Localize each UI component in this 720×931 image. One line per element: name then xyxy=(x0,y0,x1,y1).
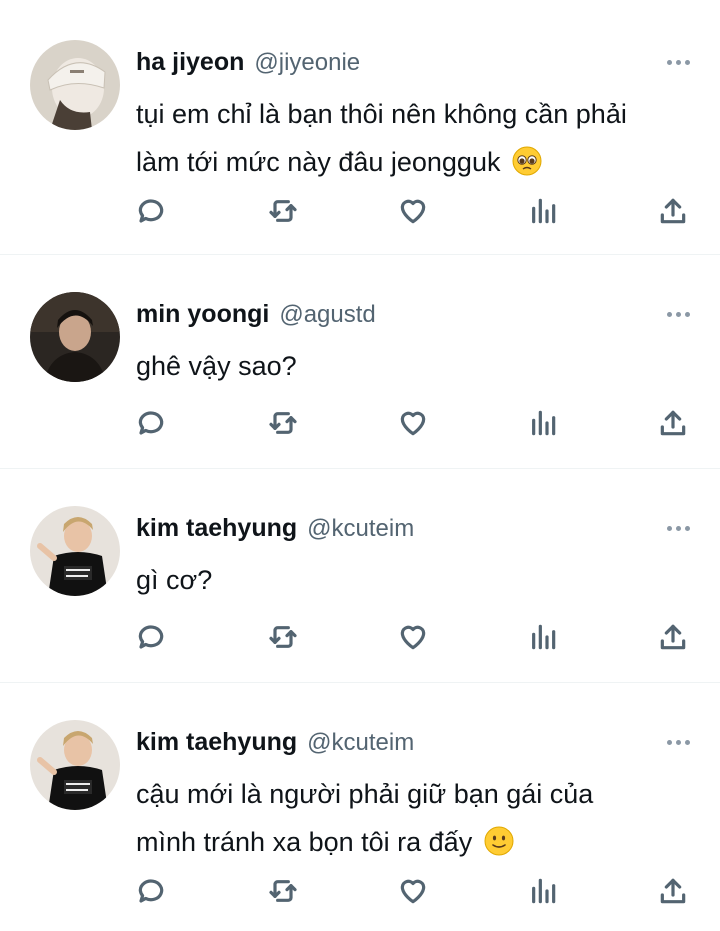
user-handle[interactable]: @agustd xyxy=(279,301,375,329)
tweet-header: min yoongi @agustd xyxy=(136,300,376,334)
tweet-text: cậu mới là người phải giữ bạn gái của mì… xyxy=(136,770,706,866)
analytics-icon[interactable] xyxy=(526,620,560,654)
divider xyxy=(0,468,720,469)
reply-icon[interactable] xyxy=(134,194,168,228)
tweet-text-line: ghê vậy sao? xyxy=(136,351,297,381)
tweet-text-line: tụi em chỉ là bạn thôi nên không cần phả… xyxy=(136,99,627,129)
tweet-actions xyxy=(0,874,720,914)
tweet-feed: ha jiyeon @jiyeonie tụi em chỉ là bạn th… xyxy=(0,0,720,931)
more-options-icon[interactable] xyxy=(667,526,690,531)
user-handle[interactable]: @jiyeonie xyxy=(254,49,360,77)
tweet-text-line: gì cơ? xyxy=(136,565,213,595)
like-icon[interactable] xyxy=(396,406,430,440)
pleading-face-emoji xyxy=(512,146,542,176)
retweet-icon[interactable] xyxy=(266,620,300,654)
tweet-text-line: cậu mới là người phải giữ bạn gái của xyxy=(136,779,594,809)
user-handle[interactable]: @kcuteim xyxy=(307,729,414,757)
avatar[interactable] xyxy=(30,720,120,810)
avatar-image-ha-jiyeon xyxy=(30,40,120,130)
more-options-icon[interactable] xyxy=(667,740,690,745)
tweet-text: ghê vậy sao? xyxy=(136,342,706,390)
like-icon[interactable] xyxy=(396,194,430,228)
tweet-actions xyxy=(0,194,720,234)
divider xyxy=(0,254,720,255)
tweet-header: kim taehyung @kcuteim xyxy=(136,728,414,762)
display-name[interactable]: min yoongi xyxy=(136,300,269,329)
display-name[interactable]: kim taehyung xyxy=(136,514,297,543)
avatar-image-kim-taehyung xyxy=(30,506,120,596)
tweet-text-line: mình tránh xa bọn tôi ra đấy xyxy=(136,827,473,857)
avatar[interactable] xyxy=(30,506,120,596)
like-icon[interactable] xyxy=(396,874,430,908)
retweet-icon[interactable] xyxy=(266,194,300,228)
user-handle[interactable]: @kcuteim xyxy=(307,515,414,543)
display-name[interactable]: ha jiyeon xyxy=(136,48,244,77)
tweet-text: tụi em chỉ là bạn thôi nên không cần phả… xyxy=(136,90,706,186)
divider xyxy=(0,682,720,683)
tweet-actions xyxy=(0,406,720,446)
tweet-actions xyxy=(0,620,720,660)
like-icon[interactable] xyxy=(396,620,430,654)
avatar-image-min-yoongi xyxy=(30,292,120,382)
slightly-smiling-face-emoji xyxy=(484,826,514,856)
retweet-icon[interactable] xyxy=(266,874,300,908)
share-icon[interactable] xyxy=(656,620,690,654)
tweet-header: kim taehyung @kcuteim xyxy=(136,514,414,548)
tweet-text: gì cơ? xyxy=(136,556,706,604)
reply-icon[interactable] xyxy=(134,406,168,440)
share-icon[interactable] xyxy=(656,406,690,440)
reply-icon[interactable] xyxy=(134,874,168,908)
avatar[interactable] xyxy=(30,292,120,382)
avatar-image-kim-taehyung xyxy=(30,720,120,810)
analytics-icon[interactable] xyxy=(526,874,560,908)
analytics-icon[interactable] xyxy=(526,406,560,440)
display-name[interactable]: kim taehyung xyxy=(136,728,297,757)
share-icon[interactable] xyxy=(656,194,690,228)
more-options-icon[interactable] xyxy=(667,312,690,317)
analytics-icon[interactable] xyxy=(526,194,560,228)
more-options-icon[interactable] xyxy=(667,60,690,65)
tweet-text-line: làm tới mức này đâu jeongguk xyxy=(136,147,501,177)
share-icon[interactable] xyxy=(656,874,690,908)
retweet-icon[interactable] xyxy=(266,406,300,440)
tweet-header: ha jiyeon @jiyeonie xyxy=(136,48,360,82)
reply-icon[interactable] xyxy=(134,620,168,654)
avatar[interactable] xyxy=(30,40,120,130)
